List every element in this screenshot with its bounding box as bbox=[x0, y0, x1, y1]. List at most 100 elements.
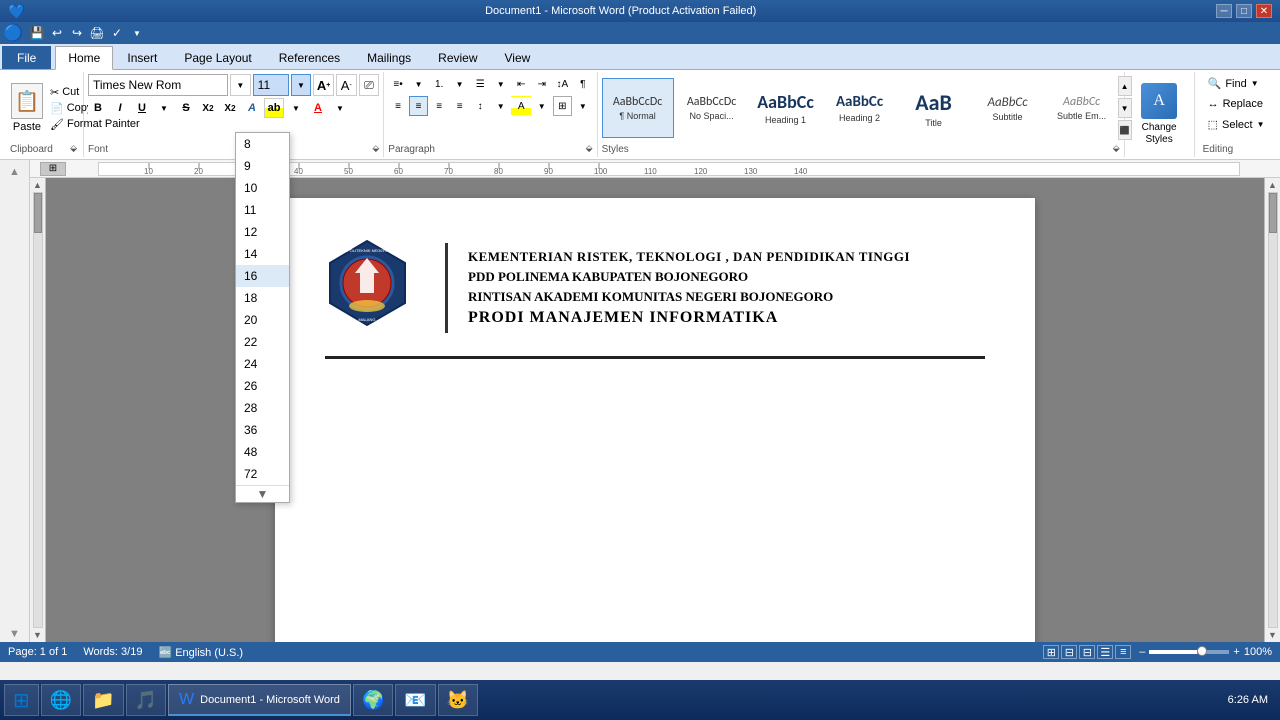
font-size-24[interactable]: 24 bbox=[236, 353, 289, 375]
align-center-button[interactable]: ≡ bbox=[409, 96, 429, 116]
font-size-36[interactable]: 36 bbox=[236, 419, 289, 441]
font-size-48[interactable]: 48 bbox=[236, 441, 289, 463]
multilevel-button[interactable]: ☰ bbox=[470, 74, 490, 94]
select-dropdown[interactable]: ▼ bbox=[1257, 120, 1265, 129]
justify-button[interactable]: ≡ bbox=[450, 96, 470, 116]
style-heading1[interactable]: AaBbCc Heading 1 bbox=[750, 78, 822, 138]
font-size-20[interactable]: 20 bbox=[236, 309, 289, 331]
strikethrough-button[interactable]: S bbox=[176, 98, 196, 118]
style-heading2[interactable]: AaBbCc Heading 2 bbox=[824, 78, 896, 138]
numbering-button[interactable]: 1. bbox=[429, 74, 449, 94]
zoom-handle[interactable] bbox=[1197, 646, 1207, 656]
numbering-dropdown[interactable]: ▼ bbox=[450, 74, 470, 94]
scroll-thumb-right[interactable] bbox=[1269, 193, 1277, 233]
references-tab[interactable]: References bbox=[266, 46, 353, 69]
explorer-button[interactable]: 📁 bbox=[83, 684, 123, 716]
change-styles-button[interactable]: A ChangeStyles bbox=[1141, 83, 1177, 146]
nav-down-button[interactable]: ▼ bbox=[9, 628, 20, 640]
redo-button[interactable]: ↪ bbox=[68, 24, 86, 42]
dropdown-scroll-down[interactable]: ▼ bbox=[236, 485, 289, 502]
nav-up-button[interactable]: ▲ bbox=[9, 166, 20, 178]
outline-btn[interactable]: ☰ bbox=[1097, 645, 1113, 659]
line-spacing-dropdown[interactable]: ▼ bbox=[491, 96, 511, 116]
styles-expand-btn[interactable]: ⬙ bbox=[1113, 143, 1120, 154]
font-size-input[interactable] bbox=[253, 74, 289, 96]
increase-indent-button[interactable]: ⇥ bbox=[532, 74, 552, 94]
scroll-track-left[interactable] bbox=[33, 192, 43, 628]
zoom-out-btn[interactable]: – bbox=[1139, 646, 1145, 658]
scroll-left-up[interactable]: ▲ bbox=[33, 180, 42, 190]
font-color-dropdown[interactable]: ▼ bbox=[286, 98, 306, 118]
style-subtitle[interactable]: AaBbCc Subtitle bbox=[972, 78, 1044, 138]
bullets-dropdown[interactable]: ▼ bbox=[409, 74, 429, 94]
outlook-button[interactable]: 📧 bbox=[395, 684, 435, 716]
show-formatting-button[interactable]: ¶ bbox=[573, 74, 593, 94]
bold-button[interactable]: B bbox=[88, 98, 108, 118]
insert-tab[interactable]: Insert bbox=[114, 46, 170, 69]
font-size-10[interactable]: 10 bbox=[236, 177, 289, 199]
font-size-12[interactable]: 12 bbox=[236, 221, 289, 243]
font-size-16[interactable]: 16 bbox=[236, 265, 289, 287]
style-subtle-em[interactable]: AaBbCc Subtle Em... bbox=[1046, 78, 1118, 138]
start-button[interactable]: ⊞ bbox=[4, 684, 39, 716]
font-color-btn-dropdown[interactable]: ▼ bbox=[330, 98, 350, 118]
home-tab[interactable]: Home bbox=[55, 46, 113, 70]
print-button[interactable]: 🖨 bbox=[88, 24, 106, 42]
minimize-button[interactable]: ─ bbox=[1216, 4, 1232, 18]
font-name-input[interactable] bbox=[88, 74, 228, 96]
office-button[interactable]: 🔵 bbox=[4, 24, 22, 42]
shading-dropdown[interactable]: ▼ bbox=[532, 96, 552, 116]
undo-button[interactable]: ↩ bbox=[48, 24, 66, 42]
web-layout-btn[interactable]: ⊟ bbox=[1079, 645, 1095, 659]
clipboard-expand[interactable]: ⬙ bbox=[70, 143, 77, 154]
qa-dropdown[interactable]: ▼ bbox=[128, 24, 146, 42]
font-name-dropdown[interactable]: ▼ bbox=[230, 74, 251, 96]
chrome-button[interactable]: 🌍 bbox=[353, 684, 393, 716]
style-title[interactable]: AaB Title bbox=[898, 78, 970, 138]
line-spacing-button[interactable]: ↕ bbox=[470, 96, 490, 116]
replace-button[interactable]: ↔ Replace bbox=[1203, 95, 1268, 113]
other-button[interactable]: 🐱 bbox=[438, 684, 478, 716]
file-tab[interactable]: File bbox=[2, 46, 51, 69]
font-size-8[interactable]: 8 bbox=[236, 133, 289, 155]
ruler-toggle[interactable]: ⊞ bbox=[40, 162, 66, 176]
underline-button[interactable]: U bbox=[132, 98, 152, 118]
zoom-in-btn[interactable]: + bbox=[1233, 646, 1239, 658]
ie-button[interactable]: 🌐 bbox=[41, 684, 81, 716]
italic-button[interactable]: I bbox=[110, 98, 130, 118]
font-expand[interactable]: ⬙ bbox=[372, 143, 379, 154]
scroll-left-down[interactable]: ▼ bbox=[33, 630, 42, 640]
borders-button[interactable]: ⊞ bbox=[553, 96, 573, 116]
increase-font-button[interactable]: A+ bbox=[313, 74, 334, 96]
font-size-28[interactable]: 28 bbox=[236, 397, 289, 419]
check-button[interactable]: ✓ bbox=[108, 24, 126, 42]
shading-button[interactable]: A bbox=[511, 96, 531, 116]
zoom-slider[interactable] bbox=[1149, 650, 1229, 654]
close-button[interactable]: ✕ bbox=[1256, 4, 1272, 18]
document-scroll-area[interactable]: ▲ ▼ bbox=[30, 178, 1280, 642]
maximize-button[interactable]: □ bbox=[1236, 4, 1252, 18]
text-highlight-button[interactable]: ab bbox=[264, 98, 284, 118]
print-layout-btn[interactable]: ⊞ bbox=[1043, 645, 1059, 659]
paragraph-expand[interactable]: ⬙ bbox=[586, 143, 593, 154]
bullets-button[interactable]: ≡• bbox=[388, 74, 408, 94]
font-size-22[interactable]: 22 bbox=[236, 331, 289, 353]
media-button[interactable]: 🎵 bbox=[126, 684, 166, 716]
save-button[interactable]: 💾 bbox=[28, 24, 46, 42]
decrease-indent-button[interactable]: ⇤ bbox=[511, 74, 531, 94]
full-screen-btn[interactable]: ⊟ bbox=[1061, 645, 1077, 659]
font-size-dropdown[interactable]: ▼ bbox=[291, 74, 312, 96]
document-page[interactable]: POLITEKNIK NEGERI MALANG KEMENTERIAN RIS… bbox=[275, 198, 1035, 642]
scroll-thumb-left[interactable] bbox=[34, 193, 42, 233]
scroll-right-up[interactable]: ▲ bbox=[1268, 180, 1277, 190]
font-size-11[interactable]: 11 bbox=[236, 199, 289, 221]
find-dropdown[interactable]: ▼ bbox=[1251, 79, 1259, 88]
window-controls[interactable]: ─ □ ✕ bbox=[1216, 4, 1272, 18]
multilevel-dropdown[interactable]: ▼ bbox=[491, 74, 511, 94]
page-layout-tab[interactable]: Page Layout bbox=[171, 46, 264, 69]
align-right-button[interactable]: ≡ bbox=[429, 96, 449, 116]
borders-dropdown[interactable]: ▼ bbox=[573, 96, 593, 116]
font-color-button[interactable]: A bbox=[308, 98, 328, 118]
document-body[interactable] bbox=[325, 359, 985, 642]
font-size-72[interactable]: 72 bbox=[236, 463, 289, 485]
